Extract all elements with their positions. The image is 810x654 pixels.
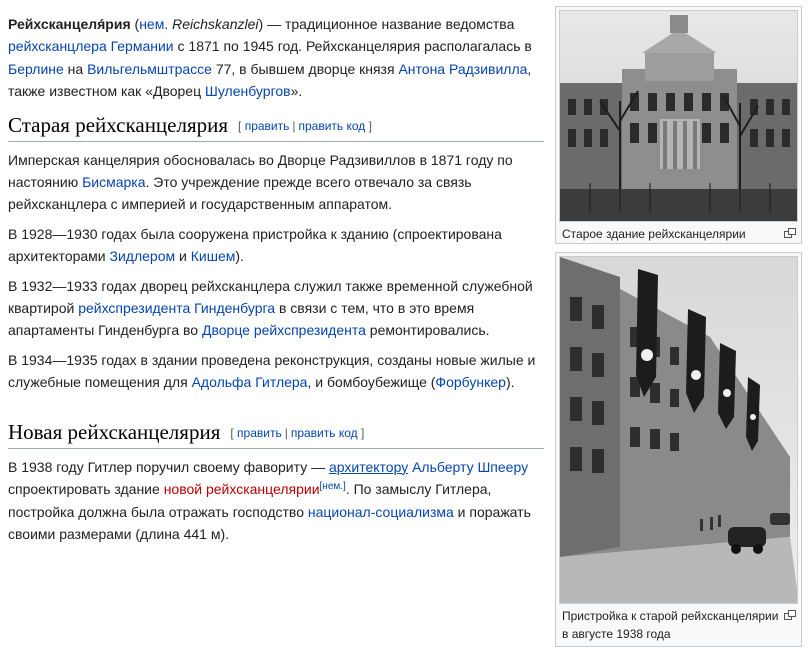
article-term: Рейхсканцеля́рия: [8, 16, 131, 32]
link-hindenburg[interactable]: рейхспрезидента Гинденбурга: [78, 300, 275, 316]
photo-old-building[interactable]: [559, 10, 798, 222]
link-national-socialism[interactable]: национал-социализма: [308, 504, 454, 520]
magnify-icon[interactable]: [784, 228, 796, 238]
edit-section-new: [ править | править код ]: [230, 425, 365, 440]
link-berlin[interactable]: Берлине: [8, 61, 64, 77]
link-speer[interactable]: Альберту Шпееру: [412, 459, 528, 475]
link-architect[interactable]: архитектору: [329, 459, 408, 475]
section-heading-old: Старая рейхсканцелярия[ править | править …: [8, 112, 544, 142]
edit-section-old: [ править | править код ]: [238, 118, 372, 133]
edit-code-link-old[interactable]: править код: [299, 119, 366, 133]
edit-link-new[interactable]: править: [237, 426, 282, 440]
article-body: Рейхсканцеля́рия (нем. Reichskanzlei) — …: [8, 0, 544, 545]
old-paragraph-1: Имперская канцелярия обосновалась во Дво…: [8, 151, 513, 213]
link-chancellor[interactable]: рейхсканцлера Германии: [8, 38, 174, 54]
link-anton-radziwill[interactable]: Антона Радзивилла: [398, 61, 527, 77]
link-siedler[interactable]: Зидлером: [110, 248, 176, 264]
link-german-article[interactable]: [нем.]: [320, 481, 346, 492]
photo-extension-drawing: [560, 257, 797, 603]
old-paragraph-2: В 1928—1930 годах была сооружена пристро…: [8, 225, 502, 265]
link-schulenburg[interactable]: Шуленбургов: [205, 83, 291, 99]
new-paragraph-1: В 1938 году Гитлер поручил своему фавори…: [8, 458, 531, 542]
edit-link-old[interactable]: править: [245, 119, 290, 133]
redlink-new-chancellery[interactable]: новой рейхсканцелярии: [164, 481, 320, 497]
link-fuhrerbunker[interactable]: Форбункер: [435, 374, 506, 390]
edit-code-link-new[interactable]: править код: [291, 426, 358, 440]
magnify-icon[interactable]: [784, 610, 796, 620]
link-bismarck[interactable]: Бисмарка: [82, 174, 145, 190]
intro-paragraph: Рейхсканцеля́рия (нем. Reichskanzlei) — …: [8, 16, 532, 100]
old-paragraph-4: В 1934—1935 годах в здании проведена рек…: [8, 351, 536, 391]
photo-old-building-drawing: [560, 11, 797, 221]
link-wilhelmstrasse[interactable]: Вильгельмштрассе: [87, 61, 212, 77]
old-paragraph-3: В 1932—1933 годах дворец рейхсканцлера с…: [8, 277, 533, 339]
figure-old-building: Старое здание рейхсканцелярии: [555, 6, 802, 244]
figure-extension-1938: Пристройка к старой рейхсканцелярии в ав…: [555, 252, 802, 647]
photo-extension-1938[interactable]: [559, 256, 798, 604]
link-president-palace[interactable]: Дворце рейхспрезидента: [202, 322, 366, 338]
figure-caption: Старое здание рейхсканцелярии: [559, 222, 798, 243]
section-heading-new: Новая рейхсканцелярия[ править | править к…: [8, 419, 544, 449]
link-hitler[interactable]: Адольфа Гитлера: [192, 374, 308, 390]
figure-caption: Пристройка к старой рейхсканцелярии в ав…: [559, 604, 798, 643]
link-kisch[interactable]: Кишем: [191, 248, 236, 264]
link-german-lang[interactable]: нем.: [139, 16, 168, 32]
